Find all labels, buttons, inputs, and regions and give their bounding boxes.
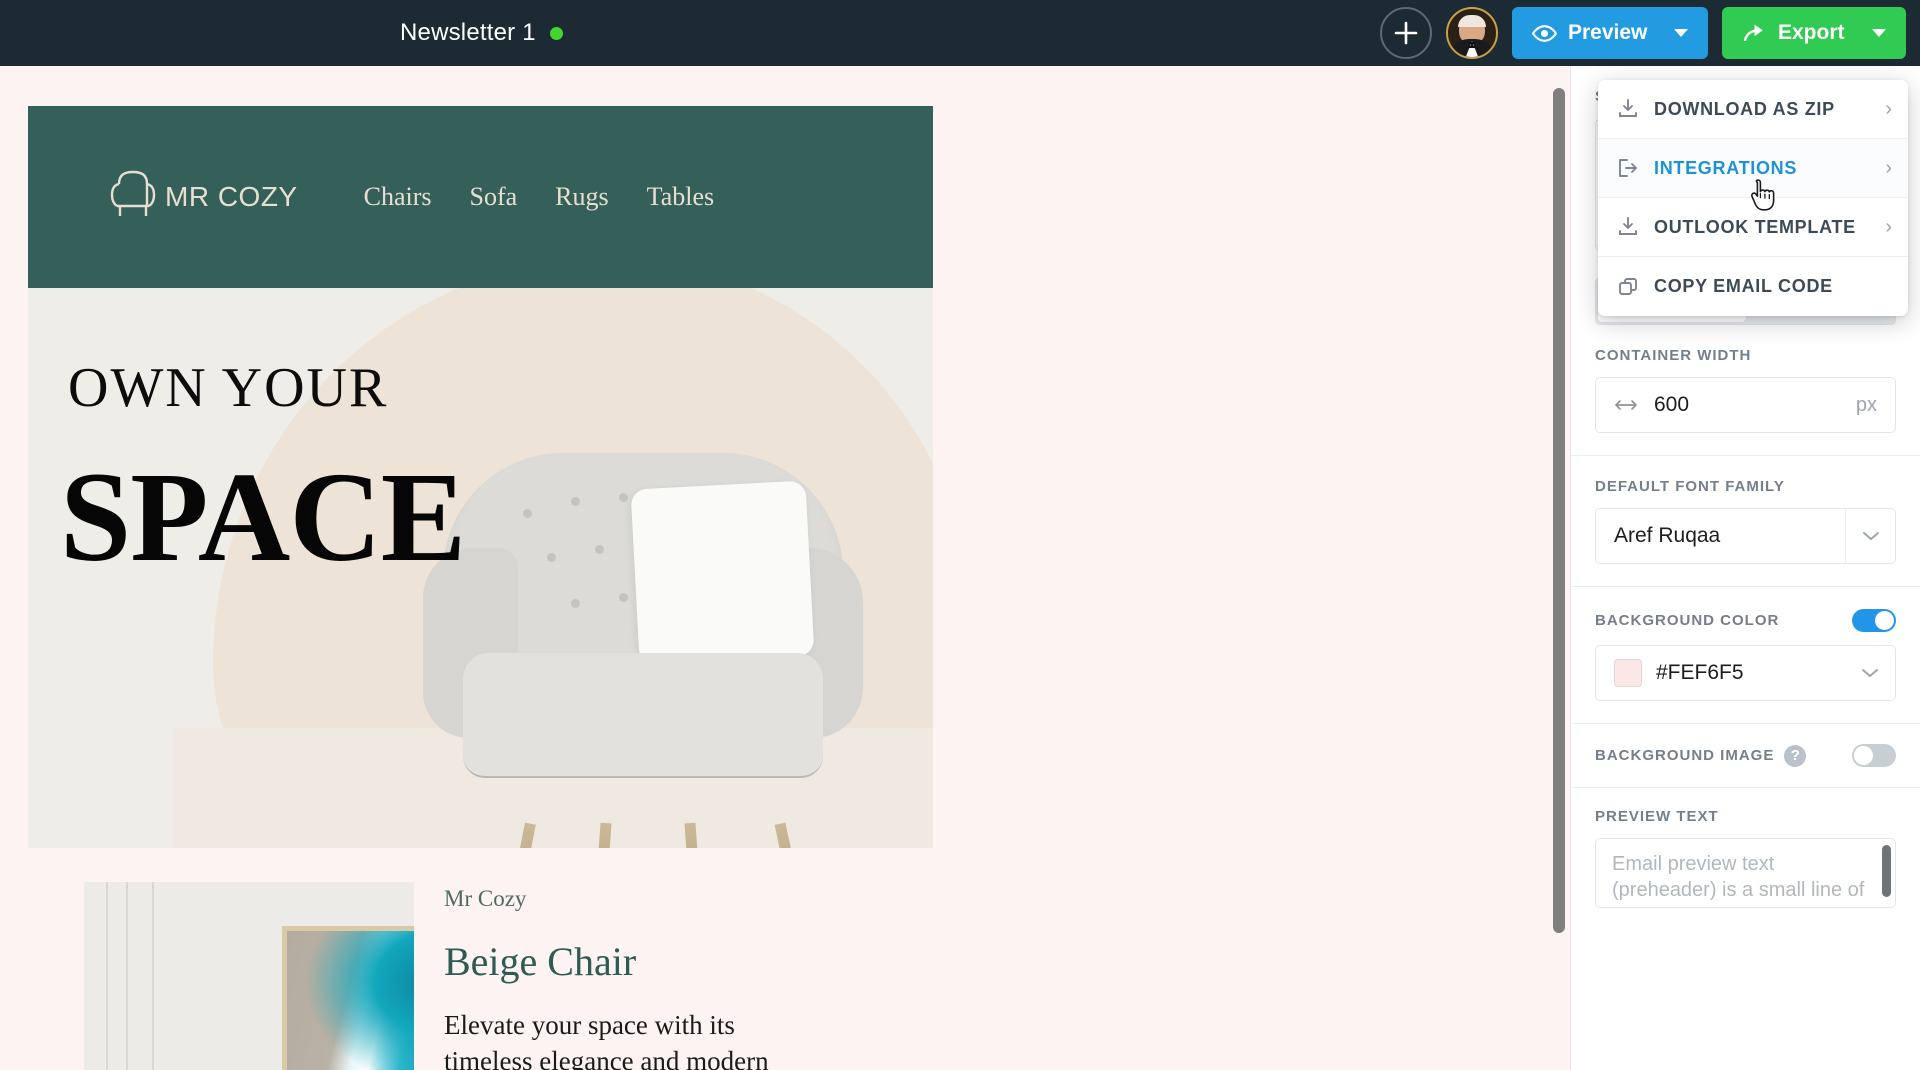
nav-item-chairs[interactable]: Chairs — [364, 182, 432, 212]
export-button[interactable]: Export — [1722, 7, 1906, 59]
nav-item-sofa[interactable]: Sofa — [470, 182, 518, 212]
add-button[interactable] — [1380, 7, 1432, 59]
hero-heading-line1: OWN YOUR — [68, 357, 389, 419]
product-text-group: Mr Cozy Beige Chair Elevate your space w… — [444, 882, 774, 1070]
chevron-right-icon: › — [1885, 97, 1892, 120]
download-icon — [1619, 217, 1637, 235]
preview-text-setting: PREVIEW TEXT Email preview text (prehead… — [1571, 788, 1920, 908]
color-swatch — [1614, 659, 1642, 687]
font-family-label: DEFAULT FONT FAMILY — [1595, 478, 1785, 495]
email-header-block[interactable]: MR COZY Chairs Sofa Rugs Tables — [28, 106, 933, 288]
email-hero-block[interactable]: OWN YOUR SPACE — [28, 288, 933, 848]
container-width-setting: CONTAINER WIDTH 600 px — [1571, 325, 1920, 433]
font-family-setting: DEFAULT FONT FAMILY Aref Ruqaa — [1571, 456, 1920, 564]
product-brand: Mr Cozy — [444, 886, 527, 911]
email-document[interactable]: MR COZY Chairs Sofa Rugs Tables OWN YOUR… — [28, 106, 933, 1070]
armchair-icon — [110, 170, 156, 216]
chevron-down-icon[interactable] — [1674, 29, 1688, 37]
background-image-toggle[interactable] — [1852, 744, 1896, 767]
plus-icon — [1394, 21, 1418, 45]
chair-seat — [463, 653, 823, 778]
chair-pillow — [630, 480, 815, 665]
eye-icon — [1532, 24, 1557, 42]
textarea-scrollbar[interactable] — [1882, 845, 1891, 897]
avatar-hat — [1458, 15, 1486, 28]
container-width-unit: px — [1855, 393, 1877, 416]
top-toolbar: Newsletter 1 Preview Export — [0, 0, 1920, 66]
nav-item-rugs[interactable]: Rugs — [555, 182, 608, 212]
brand-name: MR COZY — [165, 181, 298, 212]
chevron-down-icon[interactable] — [1845, 646, 1895, 700]
mouse-cursor — [1749, 178, 1779, 219]
preview-button[interactable]: Preview — [1512, 7, 1708, 59]
email-canvas[interactable]: MR COZY Chairs Sofa Rugs Tables OWN YOUR… — [0, 66, 1570, 1070]
email-nav: Chairs Sofa Rugs Tables — [364, 182, 715, 212]
nav-item-tables[interactable]: Tables — [647, 182, 715, 212]
menu-item-label: OUTLOOK TEMPLATE — [1654, 216, 1856, 237]
background-color-value: #FEF6F5 — [1656, 661, 1744, 684]
export-arrow-icon — [1619, 159, 1637, 177]
preview-text-placeholder: Email preview text (preheader) is a smal… — [1612, 853, 1865, 907]
toolbar-actions: Preview Export — [1380, 0, 1906, 66]
export-button-label: Export — [1778, 21, 1845, 44]
chevron-right-icon: › — [1885, 156, 1892, 179]
background-color-label: BACKGROUND COLOR — [1595, 612, 1780, 629]
font-family-select[interactable]: Aref Ruqaa — [1595, 508, 1896, 564]
page-title: Newsletter 1 — [400, 19, 536, 46]
avatar[interactable] — [1446, 7, 1498, 59]
artwork-frame — [282, 926, 414, 1070]
product-description: Elevate your space with its timeless ele… — [444, 1010, 769, 1070]
menu-item-copy-email-code[interactable]: COPY EMAIL CODE — [1598, 257, 1908, 316]
menu-item-download-as-zip[interactable]: DOWNLOAD AS ZIP › — [1598, 80, 1908, 139]
email-product-block[interactable]: Mr Cozy Beige Chair Elevate your space w… — [28, 848, 933, 1070]
document-title-group: Newsletter 1 — [400, 0, 563, 66]
menu-item-label: DOWNLOAD AS ZIP — [1654, 98, 1835, 119]
download-icon — [1619, 99, 1637, 117]
preview-text-label: PREVIEW TEXT — [1595, 808, 1719, 825]
background-color-setting: BACKGROUND COLOR #FEF6F5 — [1571, 587, 1920, 701]
font-family-value: Aref Ruqaa — [1614, 524, 1721, 547]
copy-icon — [1619, 277, 1637, 295]
preview-text-input[interactable]: Email preview text (preheader) is a smal… — [1595, 838, 1896, 908]
background-image-setting: BACKGROUND IMAGE ? — [1571, 724, 1920, 767]
share-arrow-icon — [1743, 24, 1763, 41]
brand-logo: MR COZY — [103, 162, 298, 232]
container-width-value: 600 — [1654, 393, 1690, 416]
background-image-label: BACKGROUND IMAGE — [1595, 747, 1775, 764]
background-color-toggle[interactable] — [1852, 609, 1896, 632]
container-width-label: CONTAINER WIDTH — [1595, 347, 1752, 364]
background-color-select[interactable]: #FEF6F5 — [1595, 645, 1896, 701]
product-title: Beige Chair — [444, 939, 637, 984]
product-image — [84, 882, 414, 1070]
chevron-down-icon[interactable] — [1845, 509, 1895, 563]
container-width-input[interactable]: 600 px — [1595, 377, 1896, 433]
help-icon[interactable]: ? — [1784, 744, 1807, 767]
menu-item-label: COPY EMAIL CODE — [1654, 276, 1833, 296]
save-status-dot — [549, 26, 563, 40]
hero-heading-line2: SPACE — [60, 446, 466, 588]
preview-button-label: Preview — [1568, 21, 1648, 44]
chevron-down-icon[interactable] — [1872, 29, 1886, 37]
horizontal-arrows-icon — [1615, 400, 1637, 410]
menu-item-label: INTEGRATIONS — [1654, 157, 1798, 178]
canvas-scrollbar[interactable] — [1553, 88, 1565, 933]
hero-armchair-image — [423, 453, 863, 848]
ocean-wave-artwork — [287, 931, 414, 1070]
chevron-right-icon: › — [1885, 215, 1892, 238]
